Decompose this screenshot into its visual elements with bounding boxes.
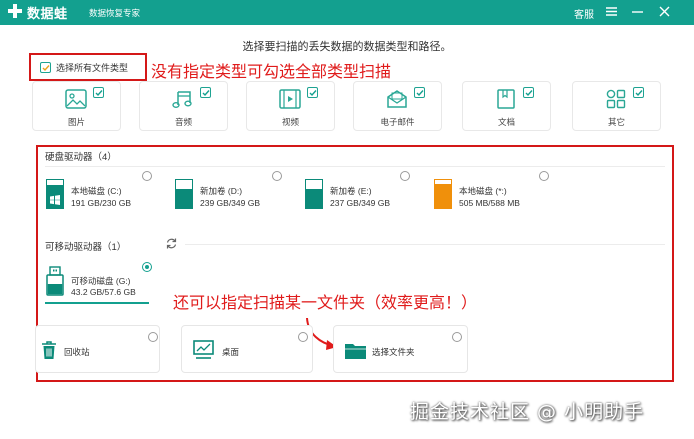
type-card-email[interactable]: 电子邮件 bbox=[353, 81, 442, 131]
image-icon bbox=[65, 89, 87, 109]
type-label: 电子邮件 bbox=[380, 117, 415, 127]
checkmark-icon bbox=[42, 65, 50, 72]
location-label: 桌面 bbox=[222, 347, 240, 357]
drive-size: 237 GB/349 GB bbox=[330, 198, 391, 208]
type-checkbox[interactable] bbox=[200, 87, 211, 98]
drive-name: 新加卷 (E:) bbox=[330, 186, 372, 196]
drive-name: 本地磁盘 (C:) bbox=[71, 186, 122, 196]
instruction-text: 选择要扫描的丢失数据的数据类型和路径。 bbox=[242, 41, 452, 53]
drive-radio[interactable] bbox=[539, 171, 549, 181]
location-select-folder[interactable]: 选择文件夹 bbox=[333, 325, 468, 373]
windows-logo-icon bbox=[50, 195, 60, 205]
location-radio[interactable] bbox=[452, 332, 462, 342]
music-icon bbox=[172, 91, 192, 108]
apps-icon bbox=[606, 89, 626, 109]
drive-icon bbox=[305, 179, 323, 209]
close-icon[interactable] bbox=[657, 4, 672, 19]
video-icon bbox=[279, 89, 301, 109]
folder-icon bbox=[345, 344, 366, 359]
drive-radio[interactable] bbox=[142, 171, 152, 181]
type-card-video[interactable]: 视频 bbox=[246, 81, 335, 131]
app-subtitle: 数据恢复专家 bbox=[89, 8, 141, 18]
drive-usage-fill bbox=[435, 183, 451, 208]
checkmark-icon bbox=[635, 90, 643, 97]
type-label: 其它 bbox=[607, 117, 625, 127]
drive-radio[interactable] bbox=[142, 262, 152, 272]
folder-annotation: 还可以指定扫描某一文件夹（效率更高！） bbox=[173, 293, 478, 312]
type-card-image[interactable]: 图片 bbox=[32, 81, 121, 131]
drive-radio[interactable] bbox=[272, 171, 282, 181]
drive-card[interactable]: 新加卷 (E:) 237 GB/349 GB bbox=[300, 170, 413, 218]
selected-indicator bbox=[45, 302, 149, 304]
drive-name: 新加卷 (D:) bbox=[200, 186, 243, 196]
drive-size: 239 GB/349 GB bbox=[200, 198, 261, 208]
desktop-icon bbox=[193, 340, 214, 359]
drive-size: 191 GB/230 GB bbox=[71, 198, 132, 208]
type-card-other[interactable]: 其它 bbox=[572, 81, 661, 131]
type-label: 图片 bbox=[67, 117, 85, 127]
app-name: 数据蛙 bbox=[27, 6, 68, 21]
location-recycle-bin[interactable]: 回收站 bbox=[35, 325, 160, 373]
select-all-label: 选择所有文件类型 bbox=[56, 63, 129, 73]
usb-drive-icon bbox=[46, 266, 64, 296]
type-checkbox[interactable] bbox=[307, 87, 318, 98]
removable-drive-card[interactable]: 可移动磁盘 (G:) 43.2 GB/57.6 GB bbox=[41, 258, 154, 304]
drive-name: 本地磁盘 (*:) bbox=[459, 186, 507, 196]
drive-card[interactable]: 新加卷 (D:) 239 GB/349 GB bbox=[170, 170, 283, 218]
customer-service-link[interactable]: 客服 bbox=[574, 6, 594, 21]
refresh-icon[interactable] bbox=[165, 237, 178, 250]
location-radio[interactable] bbox=[298, 332, 308, 342]
select-all-annotation: 没有指定类型可勾选全部类型扫描 bbox=[151, 62, 392, 81]
checkmark-icon bbox=[202, 90, 210, 97]
drive-usage-fill bbox=[176, 188, 192, 208]
drive-usage-fill bbox=[306, 188, 322, 208]
recycle-bin-icon bbox=[42, 341, 56, 359]
divider bbox=[185, 244, 665, 245]
location-label: 选择文件夹 bbox=[372, 347, 415, 357]
menu-icon[interactable] bbox=[604, 4, 619, 19]
watermark: 掘金技术社区 @ 小明助手 bbox=[410, 401, 645, 423]
drive-radio[interactable] bbox=[400, 171, 410, 181]
type-checkbox[interactable] bbox=[523, 87, 534, 98]
type-checkbox[interactable] bbox=[633, 87, 644, 98]
drive-icon bbox=[434, 179, 452, 209]
type-card-document[interactable]: 文档 bbox=[462, 81, 551, 131]
location-radio[interactable] bbox=[148, 332, 158, 342]
hard-drives-title: 硬盘驱动器（4） bbox=[45, 152, 117, 163]
drive-size: 505 MB/588 MB bbox=[459, 198, 520, 208]
type-checkbox[interactable] bbox=[414, 87, 425, 98]
checkmark-icon bbox=[309, 90, 317, 97]
title-bar: 数据蛙 数据恢复专家 客服 bbox=[0, 0, 694, 25]
checkmark-icon bbox=[416, 90, 424, 97]
drive-name: 可移动磁盘 (G:) bbox=[71, 276, 131, 286]
type-label: 视频 bbox=[281, 117, 299, 127]
mail-icon bbox=[387, 90, 407, 108]
minimize-icon[interactable] bbox=[630, 4, 645, 19]
document-icon bbox=[497, 89, 515, 109]
type-checkbox[interactable] bbox=[93, 87, 104, 98]
divider bbox=[45, 166, 665, 167]
app-logo-icon bbox=[8, 4, 22, 18]
checkmark-icon bbox=[525, 90, 533, 97]
type-label: 音频 bbox=[174, 117, 192, 127]
type-card-audio[interactable]: 音频 bbox=[139, 81, 228, 131]
drive-size: 43.2 GB/57.6 GB bbox=[71, 287, 136, 297]
drive-card[interactable]: 本地磁盘 (C:) 191 GB/230 GB bbox=[41, 170, 154, 218]
removable-drives-title: 可移动驱动器（1） bbox=[45, 242, 127, 253]
type-label: 文档 bbox=[497, 117, 515, 127]
location-label: 回收站 bbox=[64, 347, 90, 357]
location-desktop[interactable]: 桌面 bbox=[181, 325, 313, 373]
drive-icon bbox=[46, 179, 64, 209]
select-all-checkbox[interactable] bbox=[40, 62, 51, 73]
drive-card[interactable]: 本地磁盘 (*:) 505 MB/588 MB bbox=[429, 170, 551, 218]
drive-icon bbox=[175, 179, 193, 209]
checkmark-icon bbox=[95, 90, 103, 97]
